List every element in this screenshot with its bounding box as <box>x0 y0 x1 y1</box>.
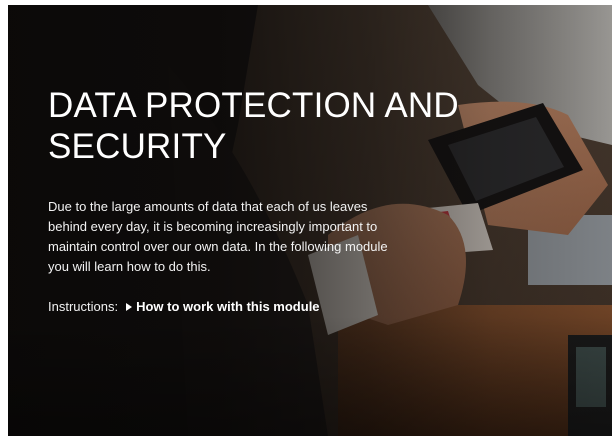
page-title: DATA PROTECTION AND SECURITY <box>48 86 459 166</box>
how-to-work-link[interactable]: How to work with this module <box>126 299 320 314</box>
how-to-work-link-label: How to work with this module <box>136 299 320 314</box>
intro-text: Due to the large amounts of data that ea… <box>48 199 388 274</box>
bottom-vignette <box>8 316 612 436</box>
hero-content: DATA PROTECTION AND SECURITY Due to the … <box>48 85 459 314</box>
instructions-label: Instructions: <box>48 299 119 314</box>
module-intro-screen: DATA PROTECTION AND SECURITY Due to the … <box>8 5 612 436</box>
play-triangle-icon <box>126 302 133 311</box>
instructions-row: Instructions: How to work with this modu… <box>48 299 448 314</box>
